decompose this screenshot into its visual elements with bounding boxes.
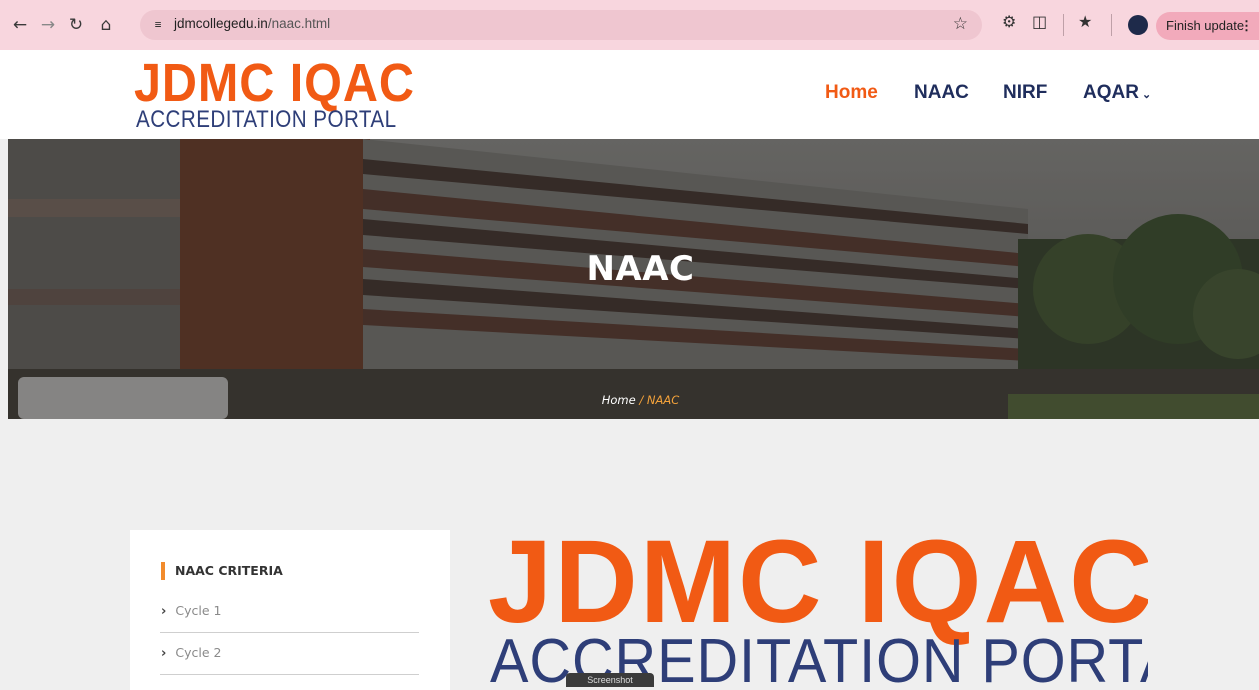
breadcrumb: Home / NAAC [8, 393, 1259, 407]
chevron-right-icon: › [161, 646, 167, 661]
logo-main-text: JDMC IQAC [134, 53, 415, 113]
hero-banner: NAAC Home / NAAC [8, 139, 1259, 419]
toolbar-divider [1111, 14, 1112, 36]
portal-logo-image: JDMC IQAC ACCREDITATION PORTAL [488, 520, 1148, 683]
site-logo[interactable]: JDMC IQAC ACCREDITATION PORTAL [134, 53, 414, 134]
sidebar-item-label: Cycle 2 [175, 645, 222, 660]
finish-update-label: Finish update [1166, 18, 1245, 33]
browser-toolbar: ← → ↻ ⌂ ≡ jdmcollegedu.in/naac.html ☆ ⚙ … [0, 0, 1259, 50]
extensions-puzzle-icon[interactable]: ◫ [1032, 12, 1047, 31]
sidebar-item-label: Cycle 1 [175, 603, 222, 618]
nav-aqar-label: AQAR [1083, 82, 1139, 103]
url-domain: jdmcollegedu.in [174, 16, 268, 31]
extension-pin-icon[interactable]: ⚙ [1002, 12, 1016, 31]
logo-sub-text: ACCREDITATION PORTAL [136, 106, 397, 133]
breadcrumb-current: NAAC [646, 393, 680, 407]
criteria-sidebar: NAAC CRITERIA › Cycle 1 › Cycle 2 [130, 530, 450, 690]
bookmark-star-icon[interactable]: ☆ [953, 14, 968, 34]
forward-arrow-icon[interactable]: → [35, 10, 61, 40]
nav-aqar[interactable]: AQAR ⌄ [1083, 82, 1151, 104]
site-settings-icon[interactable]: ≡ [150, 17, 166, 33]
nav-home[interactable]: Home [825, 82, 878, 104]
chevron-down-icon: ⌄ [1141, 89, 1152, 101]
chevron-right-icon: › [161, 604, 167, 619]
sidebar-item-cycle-2[interactable]: › Cycle 2 [160, 633, 419, 675]
breadcrumb-home-link[interactable]: Home [602, 393, 636, 407]
url-text[interactable]: jdmcollegedu.in/naac.html [174, 16, 330, 31]
toolbar-divider [1063, 14, 1064, 36]
nav-naac[interactable]: NAAC [914, 82, 969, 104]
url-path: /naac.html [267, 16, 331, 31]
address-bar[interactable]: ≡ jdmcollegedu.in/naac.html ☆ [140, 10, 982, 40]
home-icon[interactable]: ⌂ [93, 10, 119, 40]
page-title: NAAC [586, 249, 695, 289]
more-menu-icon[interactable]: ⋮ [1240, 12, 1253, 40]
profile-avatar[interactable] [1128, 15, 1148, 35]
breadcrumb-separator: / [635, 393, 647, 407]
finish-update-button[interactable]: Finish update ⋮ [1156, 12, 1259, 40]
sidebar-item-cycle-1[interactable]: › Cycle 1 [160, 591, 419, 633]
site-header: JDMC IQAC ACCREDITATION PORTAL Home NAAC… [0, 50, 1259, 139]
reload-icon[interactable]: ↻ [63, 10, 89, 40]
screenshot-tooltip: Screenshot [566, 673, 654, 687]
sidebar-title: NAAC CRITERIA [161, 562, 283, 580]
back-arrow-icon[interactable]: ← [7, 10, 33, 40]
nav-nirf[interactable]: NIRF [1003, 82, 1047, 104]
bookmarks-icon[interactable]: ★ [1078, 12, 1092, 31]
